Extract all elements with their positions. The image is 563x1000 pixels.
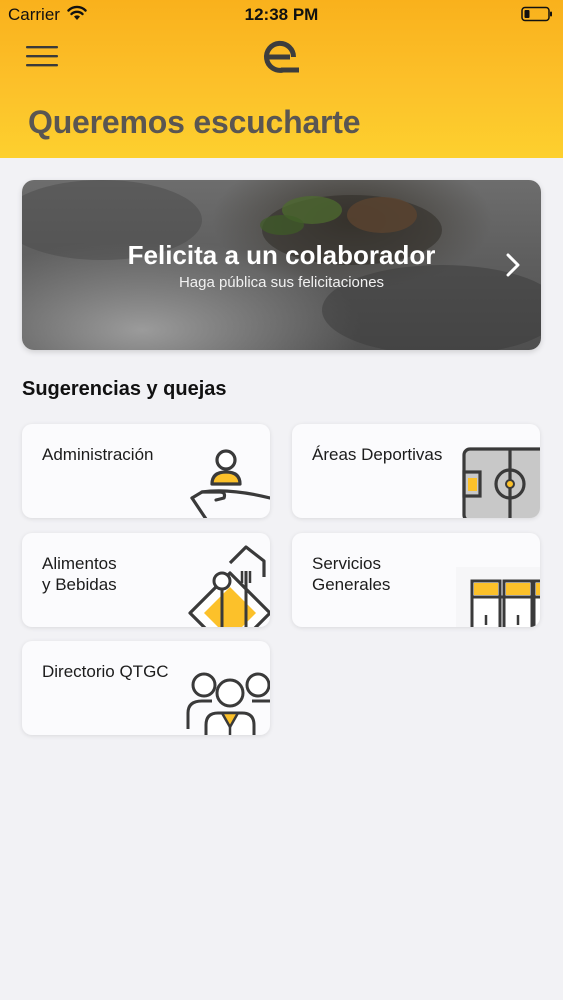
category-label: Alimentos y Bebidas xyxy=(42,554,117,594)
section-title: Sugerencias y quejas xyxy=(22,378,227,400)
q-logo-icon xyxy=(264,40,299,73)
hero-subtitle: Haga pública sus felicitaciones xyxy=(178,274,385,291)
chevron-right-icon xyxy=(506,253,520,277)
category-card-servicios-generales[interactable]: Servicios Generales xyxy=(292,533,540,627)
category-card-alimentos-bebidas[interactable]: Alimentos y Bebidas xyxy=(22,533,270,627)
lockers-icon xyxy=(456,567,540,627)
status-bar: Carrier 12:38 PM xyxy=(0,0,563,30)
category-label: Áreas Deportivas xyxy=(312,445,443,464)
food-sign-icon xyxy=(188,545,270,627)
hero-title: Felicita a un colaborador xyxy=(127,240,436,270)
category-card-directorio-qtgc[interactable]: Directorio QTGC xyxy=(22,641,270,735)
category-label: Servicios Generales xyxy=(312,554,391,594)
felicita-colaborador-card[interactable]: Felicita a un colaborador Haga pública s… xyxy=(22,180,541,350)
battery-icon xyxy=(521,6,552,22)
page-title: Queremos escucharte xyxy=(28,104,361,140)
person-hand-icon xyxy=(190,449,270,518)
hamburger-menu-icon[interactable] xyxy=(26,44,58,68)
people-group-icon xyxy=(186,672,270,735)
category-label: Directorio QTGC xyxy=(42,662,169,681)
category-card-areas-deportivas[interactable]: Áreas Deportivas xyxy=(292,424,540,518)
category-label: Administración xyxy=(42,445,154,464)
status-time: 12:38 PM xyxy=(244,5,319,24)
soccer-field-icon xyxy=(462,447,540,518)
category-card-administracion[interactable]: Administración xyxy=(22,424,270,518)
